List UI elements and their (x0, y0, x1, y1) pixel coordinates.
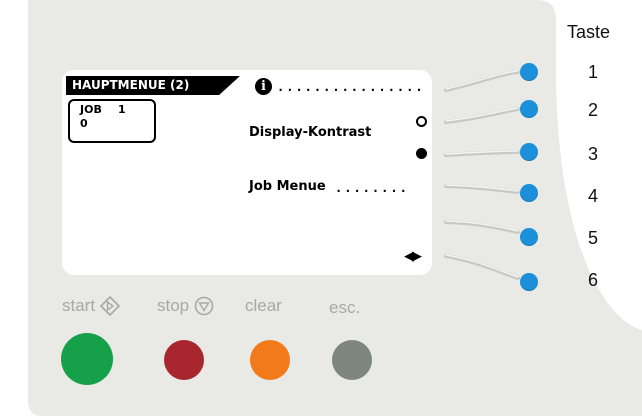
esc-button[interactable] (332, 340, 372, 380)
start-button[interactable] (61, 333, 113, 385)
start-label-group: start (62, 296, 121, 316)
stop-label-group: stop (157, 296, 214, 316)
key-number-2: 2 (588, 100, 599, 120)
soft-key-3[interactable] (520, 143, 538, 161)
soft-key-1[interactable] (520, 63, 538, 81)
start-label: start (62, 296, 96, 315)
job-number: 1 (118, 103, 126, 116)
nav-arrows-icon: ◀▶ (404, 249, 422, 264)
stop-button[interactable] (164, 340, 204, 380)
key-number-5: 5 (588, 228, 599, 248)
job-menu-label: Job Menue (249, 179, 326, 194)
start-icon (100, 296, 121, 316)
clear-button[interactable] (250, 340, 290, 380)
key-number-1: 1 (588, 62, 599, 82)
stop-icon (194, 296, 214, 316)
esc-label: esc. (329, 298, 361, 317)
soft-key-2[interactable] (520, 100, 538, 118)
display-contrast-label: Display-Kontrast (249, 125, 372, 140)
job-menu-dots: ........ (335, 181, 409, 195)
job-status-box: JOB 1 0 (68, 99, 156, 143)
contrast-light-icon (416, 116, 427, 127)
job-value: 0 (80, 117, 88, 130)
menu-title: HAUPTMENUE (2) (66, 76, 240, 95)
soft-key-5[interactable] (520, 228, 538, 246)
info-icon: i (255, 78, 272, 95)
clear-label: clear (245, 296, 282, 315)
soft-key-6[interactable] (520, 273, 538, 291)
soft-key-4[interactable] (520, 184, 538, 202)
key-number-3: 3 (588, 144, 599, 164)
key-column-heading: Taste (567, 22, 611, 42)
contrast-dark-icon (416, 148, 427, 159)
job-label: JOB (80, 103, 102, 116)
key-number-4: 4 (588, 186, 599, 206)
stop-label: stop (157, 296, 190, 315)
key-number-6: 6 (588, 270, 599, 290)
menu-line-1-dots: ................ (277, 80, 425, 94)
